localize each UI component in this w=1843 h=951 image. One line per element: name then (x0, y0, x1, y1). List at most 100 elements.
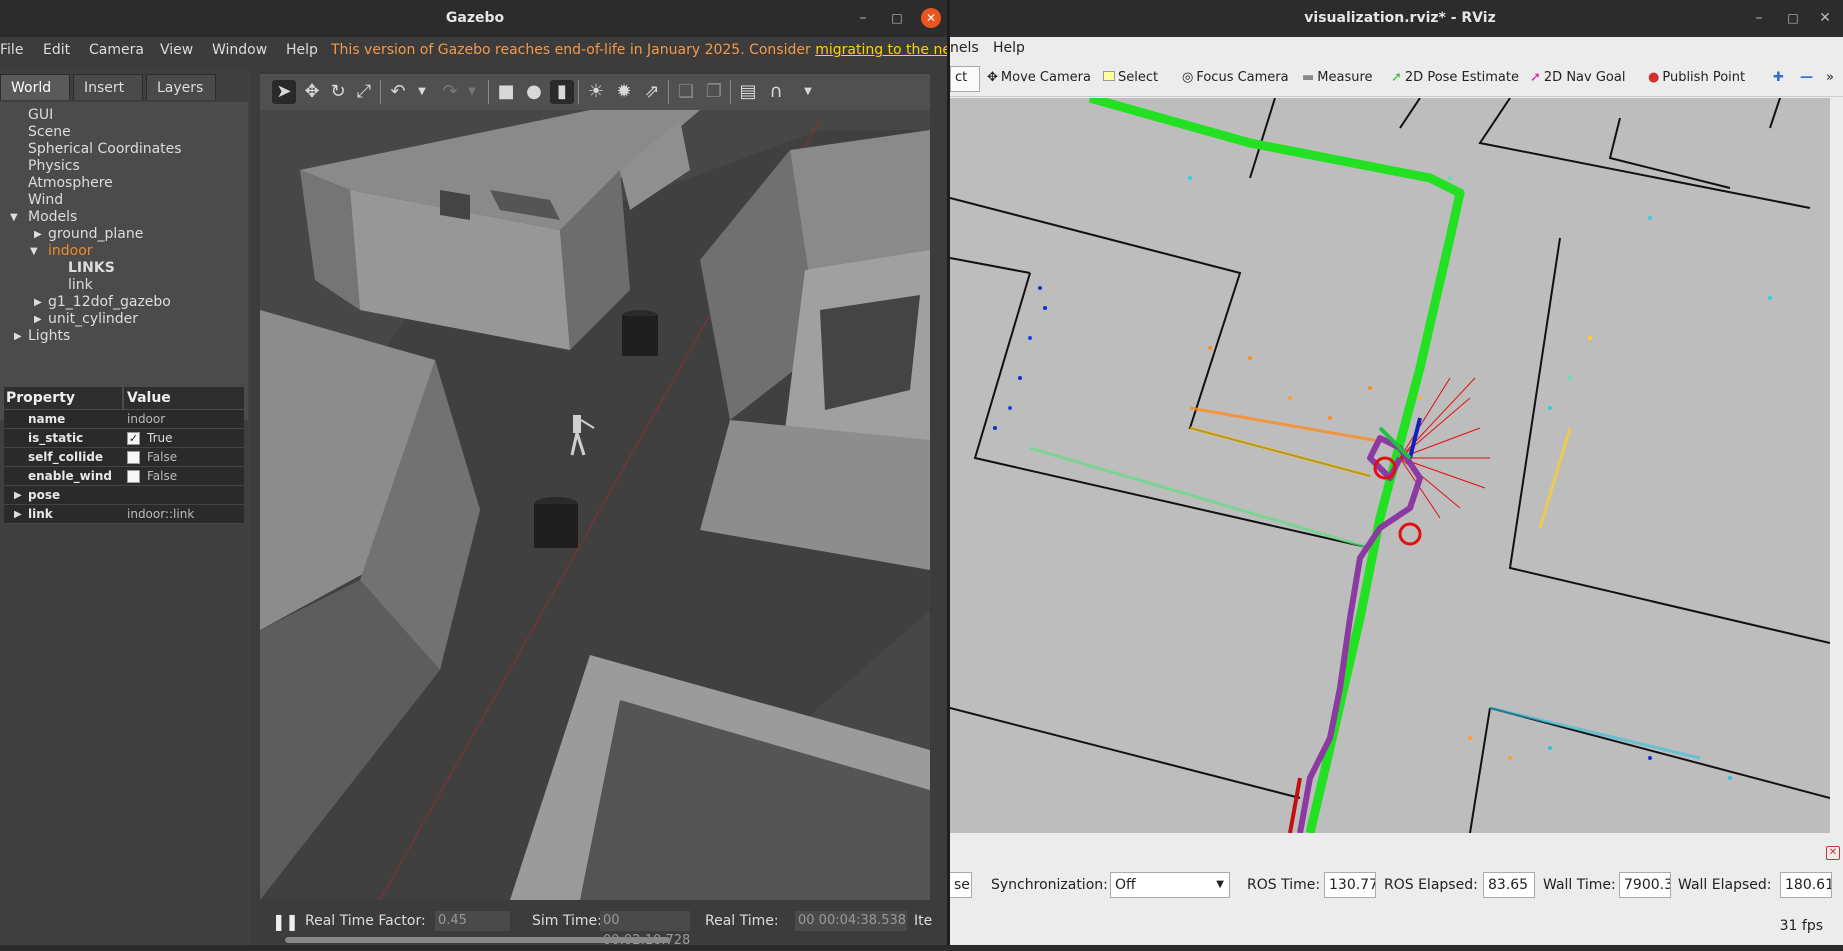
collapsed-arrow-icon[interactable]: ▶ (34, 297, 42, 308)
prop-row-is-static[interactable]: is_static ✓ True (4, 429, 244, 448)
select-box-icon (1103, 71, 1115, 81)
rviz-toolbar: ct ✥ Move Camera Select ◎ Focus Camera ▬ Me… (950, 61, 1843, 97)
tree-item-physics[interactable]: Physics (28, 158, 80, 174)
tab-world[interactable]: World (0, 74, 70, 100)
close-panel-icon[interactable]: ✕ (1826, 846, 1840, 860)
tab-layers[interactable]: Layers (146, 74, 216, 100)
real-time-label: Real Time: (705, 913, 779, 929)
close-icon[interactable]: ✕ (921, 8, 941, 28)
cylinder-shape-icon[interactable]: ▮ (550, 80, 574, 104)
tree-item-atmosphere[interactable]: Atmosphere (28, 175, 113, 191)
rviz-3d-view[interactable] (950, 98, 1830, 833)
tab-insert[interactable]: Insert (73, 74, 143, 100)
gazebo-viewport: ➤ ✥ ↻ ⤢ ↶ ▼ ↷ ▼ ■ ● ▮ ☀ ✹ ⇗ ❏ ❐ ▤ ∩ ▼ ❚❚… (260, 70, 932, 948)
tool-nav-goal[interactable]: ➚ 2D Nav Goal (1530, 70, 1625, 85)
tree-item-ground-plane[interactable]: ground_plane (48, 226, 143, 242)
menu-file[interactable]: File (0, 42, 23, 58)
spot-light-icon[interactable]: ✹ (612, 80, 636, 104)
self-collide-checkbox[interactable] (127, 451, 140, 464)
menu-view[interactable]: View (160, 42, 193, 58)
overflow-chevron-icon[interactable]: » (1826, 70, 1834, 85)
tree-item-g1[interactable]: g1_12dof_gazebo (48, 294, 171, 310)
sync-dropdown[interactable]: Off ▼ (1110, 872, 1230, 898)
translate-icon[interactable]: ✥ (300, 80, 324, 104)
prop-row-self-collide[interactable]: self_collide False (4, 448, 244, 467)
magnet-snap-icon[interactable]: ∩ (764, 80, 788, 104)
gazebo-3d-scene[interactable] (260, 110, 930, 900)
remove-tool-icon[interactable]: — (1800, 70, 1813, 85)
maximize-icon[interactable]: □ (1783, 8, 1803, 28)
menu-help[interactable]: Help (286, 42, 318, 58)
close-icon[interactable]: ✕ (1815, 8, 1835, 28)
redo-dropdown-icon[interactable]: ▼ (460, 80, 484, 104)
tree-item-lights[interactable]: Lights (28, 328, 70, 344)
tool-focus-camera[interactable]: ◎ Focus Camera (1182, 70, 1289, 85)
pause-icon[interactable]: ❚❚ (272, 912, 299, 931)
scale-icon[interactable]: ⤢ (352, 80, 376, 104)
minimize-icon[interactable]: – (853, 8, 873, 28)
real-time-value: 00 00:04:38.538 (795, 911, 907, 931)
tool-interact[interactable]: ct (950, 66, 980, 92)
enable-wind-checkbox[interactable] (127, 470, 140, 483)
rotate-icon[interactable]: ↻ (326, 80, 350, 104)
menu-edit[interactable]: Edit (43, 42, 70, 58)
box-shape-icon[interactable]: ■ (494, 80, 518, 104)
collapsed-arrow-icon[interactable]: ▶ (34, 229, 42, 240)
wall-time-field[interactable]: 7900.34 (1619, 872, 1671, 898)
minimize-icon[interactable]: – (1749, 8, 1769, 28)
paste-icon[interactable]: ❐ (702, 80, 726, 104)
wall-elapsed-field[interactable]: 180.61 (1780, 872, 1832, 898)
left-panel-tabs: World Insert Layers (0, 74, 250, 102)
is-static-checkbox[interactable]: ✓ (127, 432, 140, 445)
menu-window[interactable]: Window (212, 42, 267, 58)
ros-elapsed-field[interactable]: 83.65 (1483, 872, 1535, 898)
pause-button[interactable]: se (950, 872, 972, 898)
collapse-panel-strip[interactable] (1830, 98, 1843, 833)
tree-item-models[interactable]: Models (28, 209, 77, 225)
tool-publish-point[interactable]: ● Publish Point (1648, 70, 1745, 85)
redo-icon[interactable]: ↷ (438, 80, 462, 104)
undo-icon[interactable]: ↶ (386, 80, 410, 104)
point-light-icon[interactable]: ☀ (584, 80, 608, 104)
tree-item-gui[interactable]: GUI (28, 107, 53, 123)
tool-measure[interactable]: ▬ Measure (1302, 70, 1373, 85)
horizontal-scrollbar[interactable] (285, 937, 670, 943)
prop-row-name[interactable]: name indoor (4, 410, 244, 429)
select-arrow-icon[interactable]: ➤ (272, 80, 296, 104)
toolbar-separator (668, 80, 669, 104)
toolbar-dropdown-icon[interactable]: ▼ (796, 80, 820, 104)
directional-light-icon[interactable]: ⇗ (640, 80, 664, 104)
collapsed-arrow-icon[interactable]: ▶ (14, 505, 22, 524)
undo-dropdown-icon[interactable]: ▼ (410, 80, 434, 104)
prop-row-link[interactable]: ▶ link indoor::link (4, 505, 244, 524)
tool-move-camera[interactable]: ✥ Move Camera (987, 70, 1091, 85)
collapsed-arrow-icon[interactable]: ▶ (14, 486, 22, 505)
copy-icon[interactable]: ❏ (674, 80, 698, 104)
tool-select[interactable]: Select (1103, 70, 1158, 85)
collapsed-arrow-icon[interactable]: ▶ (34, 314, 42, 325)
sphere-shape-icon[interactable]: ● (522, 80, 546, 104)
prop-row-pose[interactable]: ▶ pose (4, 486, 244, 505)
expand-arrow-icon[interactable]: ▼ (30, 246, 38, 257)
maximize-icon[interactable]: □ (887, 8, 907, 28)
gazebo-titlebar: Gazebo – □ ✕ (0, 0, 950, 37)
menu-camera[interactable]: Camera (89, 42, 144, 58)
menu-panels[interactable]: nels (950, 40, 979, 56)
tree-item-scene[interactable]: Scene (28, 124, 71, 140)
tree-item-spherical[interactable]: Spherical Coordinates (28, 141, 182, 157)
window-opening (440, 190, 470, 220)
align-icon[interactable]: ▤ (736, 80, 760, 104)
menu-help[interactable]: Help (993, 40, 1025, 56)
add-tool-icon[interactable]: ✚ (1773, 70, 1784, 85)
ros-time-field[interactable]: 130.77 (1324, 872, 1376, 898)
tool-pose-estimate[interactable]: ➚ 2D Pose Estimate (1391, 70, 1519, 85)
tree-item-wind[interactable]: Wind (28, 192, 63, 208)
prop-row-enable-wind[interactable]: enable_wind False (4, 467, 244, 486)
tree-item-unit-cylinder[interactable]: unit_cylinder (48, 311, 138, 327)
collapsed-arrow-icon[interactable]: ▶ (14, 331, 22, 342)
tree-item-link[interactable]: link (68, 277, 93, 293)
expand-arrow-icon[interactable]: ▼ (10, 212, 18, 223)
prop-name-label: name (28, 412, 66, 426)
tree-item-links: LINKS (68, 260, 115, 276)
tree-item-indoor[interactable]: indoor (48, 243, 93, 259)
